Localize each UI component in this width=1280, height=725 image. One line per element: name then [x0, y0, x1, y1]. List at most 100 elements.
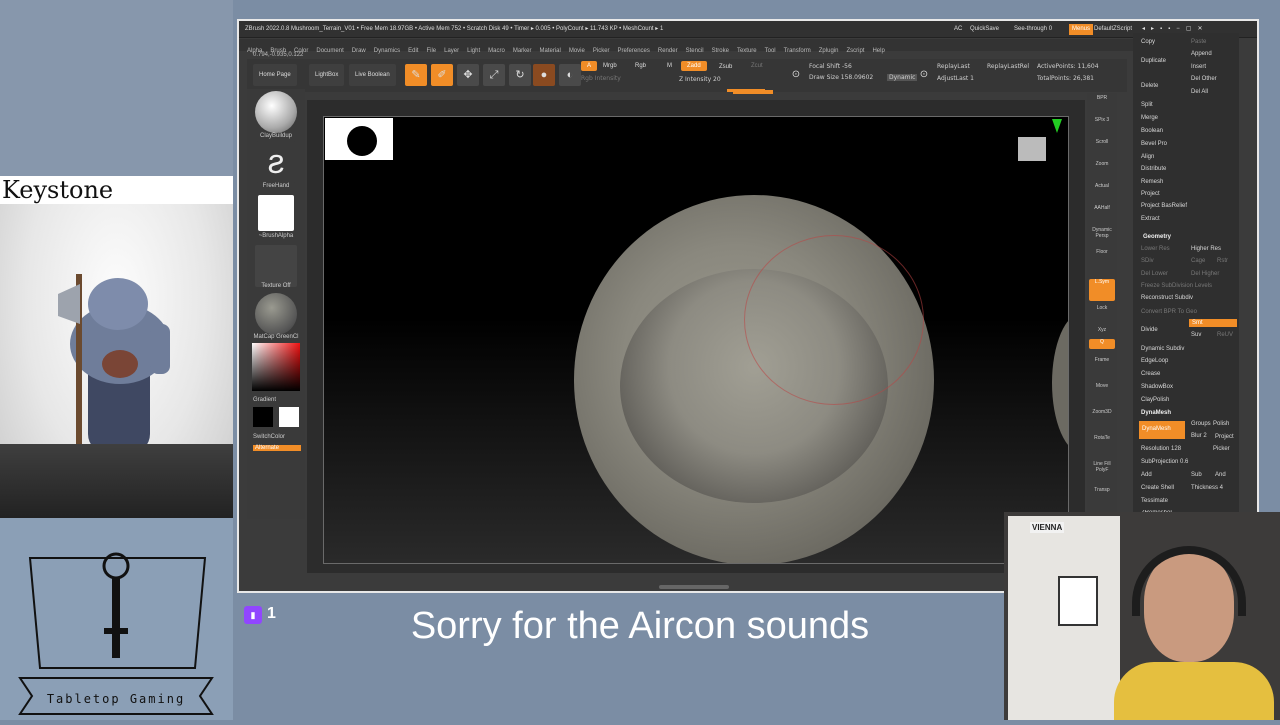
replay-last-rel-button[interactable]: ReplayLastRel: [987, 63, 1029, 70]
floor-button[interactable]: Floor: [1089, 249, 1115, 271]
spix-slider[interactable]: SPix 3: [1089, 117, 1115, 139]
replay-last-button[interactable]: ReplayLast: [937, 63, 970, 70]
dynamesh-section[interactable]: DynaMesh: [1141, 410, 1171, 416]
zadd-toggle[interactable]: Zadd: [681, 61, 707, 71]
color-sphere-icon[interactable]: ◐: [559, 64, 581, 86]
subprojection-slider[interactable]: SubProjection 0.6: [1141, 459, 1188, 465]
mrgb-toggle[interactable]: Mrgb: [597, 61, 623, 71]
remesh-item[interactable]: Remesh: [1141, 179, 1163, 185]
quicksave-button[interactable]: QuickSave: [967, 24, 1002, 35]
material-thumbnail[interactable]: [255, 293, 297, 335]
focal-shift-slider[interactable]: Focal Shift -56: [809, 63, 852, 70]
menu-item[interactable]: Macro: [488, 45, 505, 57]
boolean-item[interactable]: Boolean: [1141, 128, 1163, 134]
draw-size-slider[interactable]: Draw Size 158.09602: [809, 74, 873, 81]
home-page-button[interactable]: Home Page: [253, 64, 297, 86]
add-button[interactable]: Add: [1141, 472, 1152, 478]
crease-item[interactable]: Crease: [1141, 371, 1160, 377]
create-shell-button[interactable]: Create Shell: [1141, 485, 1174, 491]
sub-button[interactable]: Sub: [1191, 472, 1202, 478]
picker-toggle[interactable]: Picker: [1213, 446, 1230, 452]
move-button[interactable]: Move: [1089, 383, 1115, 405]
a-toggle[interactable]: A: [581, 61, 598, 71]
q-button[interactable]: Q: [1089, 339, 1115, 349]
project-basrelief-item[interactable]: Project BasRelief: [1141, 203, 1187, 209]
menu-item[interactable]: Stencil: [686, 45, 704, 57]
thickness-slider[interactable]: Thickness 4: [1191, 485, 1223, 491]
scale-icon[interactable]: ⤢: [483, 64, 505, 86]
menu-item[interactable]: Document: [316, 45, 343, 57]
menu-item[interactable]: Help: [872, 45, 884, 57]
3d-viewport[interactable]: [323, 116, 1069, 564]
menu-item[interactable]: Movie: [569, 45, 585, 57]
alternate-button[interactable]: Alternate: [253, 445, 301, 451]
zcut-toggle[interactable]: Zcut: [745, 61, 769, 71]
rgb-intensity-slider[interactable]: Rgb Intensity: [581, 75, 621, 82]
ac-button[interactable]: AC: [951, 24, 965, 35]
lsym-button[interactable]: L.Sym: [1089, 279, 1115, 301]
switch-color-button[interactable]: SwitchColor: [247, 434, 305, 440]
append-button[interactable]: Append: [1191, 51, 1212, 57]
merge-item[interactable]: Merge: [1141, 115, 1158, 121]
adjust-last-slider[interactable]: AdjustLast 1: [937, 75, 974, 82]
persp-button[interactable]: Dynamic Persp: [1089, 227, 1115, 249]
edit-icon[interactable]: ✎: [405, 64, 427, 86]
reconstruct-subdiv-button[interactable]: Reconstruct Subdiv: [1141, 295, 1193, 301]
menu-item[interactable]: Layer: [444, 45, 459, 57]
dynamic-subdiv-item[interactable]: Dynamic Subdiv: [1141, 346, 1184, 352]
alpha-thumbnail[interactable]: [258, 195, 294, 231]
del-all-button[interactable]: Del All: [1191, 89, 1208, 95]
menu-item[interactable]: Draw: [352, 45, 366, 57]
menu-item[interactable]: Stroke: [712, 45, 729, 57]
copy-button[interactable]: Copy: [1141, 39, 1155, 45]
polyf-button[interactable]: Line Fill PolyF: [1089, 461, 1115, 483]
menu-item[interactable]: File: [426, 45, 436, 57]
menu-item[interactable]: Zplugin: [819, 45, 839, 57]
dynamesh-button[interactable]: DynaMesh: [1139, 421, 1185, 439]
divide-button[interactable]: Divide: [1141, 327, 1158, 333]
distribute-item[interactable]: Distribute: [1141, 166, 1166, 172]
convert-bpr-button[interactable]: Convert BPR To Geo: [1141, 309, 1197, 315]
split-item[interactable]: Split: [1141, 102, 1153, 108]
menu-item[interactable]: Render: [658, 45, 678, 57]
del-other-button[interactable]: Del Other: [1191, 76, 1217, 82]
frame-button[interactable]: Frame: [1089, 357, 1115, 379]
extract-item[interactable]: Extract: [1141, 216, 1160, 222]
zsub-toggle[interactable]: Zsub: [713, 62, 738, 72]
stroke-thumbnail[interactable]: ƨ: [255, 141, 297, 183]
menu-item[interactable]: Light: [467, 45, 480, 57]
rotate-button[interactable]: RotaTe: [1089, 435, 1115, 457]
blur-slider[interactable]: Blur 2: [1191, 433, 1207, 439]
live-boolean-button[interactable]: Live Boolean: [349, 64, 396, 86]
secondary-color-swatch[interactable]: [279, 407, 299, 427]
menus-button[interactable]: Menus: [1069, 24, 1094, 35]
suv-toggle[interactable]: Suv: [1191, 332, 1201, 338]
texture-thumbnail[interactable]: [255, 245, 297, 287]
cage-button[interactable]: Cage: [1191, 258, 1205, 264]
menu-item[interactable]: Preferences: [618, 45, 650, 57]
mushroom-mesh[interactable]: [574, 195, 934, 563]
duplicate-button[interactable]: Duplicate: [1141, 58, 1166, 64]
groups-toggle[interactable]: Groups: [1191, 421, 1211, 427]
bevel-pro-item[interactable]: Bevel Pro: [1141, 141, 1167, 147]
bottom-scroll-handle[interactable]: [659, 585, 729, 589]
polish-toggle[interactable]: Polish: [1213, 421, 1229, 427]
lightbox-button[interactable]: LightBox: [309, 64, 345, 86]
zoom3d-button[interactable]: Zoom3D: [1089, 409, 1115, 431]
z-intensity-slider[interactable]: Z Intensity 20: [679, 76, 721, 83]
menu-item[interactable]: Material: [540, 45, 561, 57]
rotate-icon[interactable]: ↻: [509, 64, 531, 86]
lower-res-button[interactable]: Lower Res: [1141, 246, 1170, 252]
menu-item[interactable]: Picker: [593, 45, 610, 57]
navigation-cube-icon[interactable]: [1018, 137, 1046, 161]
seethrough-slider[interactable]: See-through 0: [1011, 24, 1055, 35]
transp-button[interactable]: Transp: [1089, 487, 1115, 509]
edgeloop-item[interactable]: EdgeLoop: [1141, 358, 1168, 364]
paste-button[interactable]: Paste: [1191, 39, 1206, 45]
align-item[interactable]: Align: [1141, 154, 1154, 160]
material-sphere-icon[interactable]: ●: [533, 64, 555, 86]
project-toggle[interactable]: Project: [1215, 434, 1234, 440]
delete-button[interactable]: Delete: [1141, 83, 1158, 89]
rgb-toggle[interactable]: Rgb: [629, 61, 652, 71]
draw-icon[interactable]: ✐: [431, 64, 453, 86]
